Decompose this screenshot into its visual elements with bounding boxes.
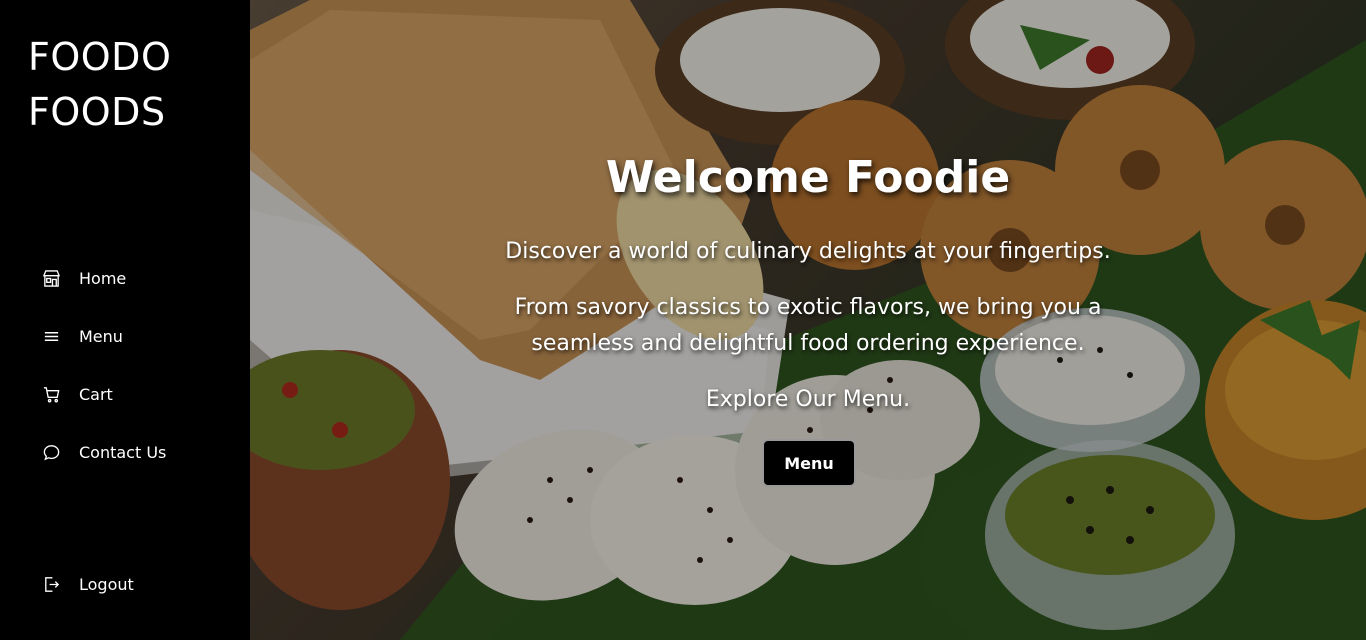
hero-content: Welcome Foodie Discover a world of culin… xyxy=(250,0,1366,640)
menu-button[interactable]: Menu xyxy=(762,439,856,487)
sidebar-item-menu[interactable]: Menu xyxy=(42,307,166,365)
brand-line-1: FOODO xyxy=(28,35,172,79)
brand-logo[interactable]: FOODO FOODS xyxy=(28,30,171,140)
hero-description: From savory classics to exotic flavors, … xyxy=(514,295,1102,356)
sidebar-item-contact[interactable]: Contact Us xyxy=(42,423,166,481)
shop-icon xyxy=(42,269,61,287)
sidebar-item-label: Menu xyxy=(79,326,123,346)
logout-label: Logout xyxy=(79,574,134,594)
hamburger-icon xyxy=(44,331,59,341)
cart-icon xyxy=(43,386,60,402)
page-title: Welcome Foodie xyxy=(605,152,1011,203)
sidebar-item-label: Cart xyxy=(79,384,113,404)
sidebar-nav: Home Menu Cart Contact Us xyxy=(42,249,166,481)
sidebar: FOODO FOODS Home Menu Cart Contact Us Lo… xyxy=(0,0,250,640)
chat-icon xyxy=(43,444,60,460)
sidebar-item-label: Contact Us xyxy=(79,442,167,462)
brand-line-2: FOODS xyxy=(28,90,166,134)
hero-tagline: Discover a world of culinary delights at… xyxy=(505,239,1111,264)
logout-button[interactable]: Logout xyxy=(42,555,134,613)
hero-cta-text: Explore Our Menu. xyxy=(705,387,911,412)
sidebar-item-label: Home xyxy=(79,268,127,288)
logout-icon xyxy=(45,576,60,592)
sidebar-item-home[interactable]: Home xyxy=(42,249,166,307)
sidebar-item-cart[interactable]: Cart xyxy=(42,365,166,423)
